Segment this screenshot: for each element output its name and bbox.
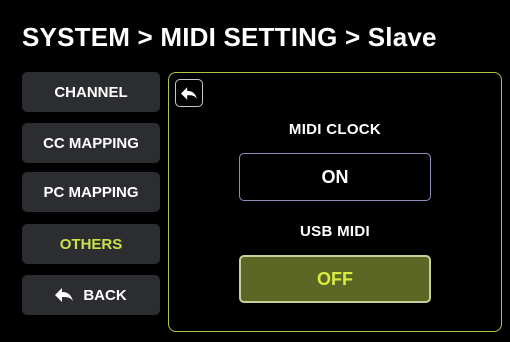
- back-arrow-icon: [55, 288, 74, 302]
- back-button[interactable]: BACK: [22, 275, 160, 315]
- midi-clock-value: ON: [321, 166, 349, 187]
- sidebar-item-others[interactable]: OTHERS: [22, 224, 160, 264]
- settings-panel: MIDI CLOCK ON USB MIDI OFF: [168, 72, 502, 332]
- sidebar-item-label: CHANNEL: [54, 83, 128, 101]
- sidebar-item-label: CC MAPPING: [43, 134, 139, 152]
- back-button-label: BACK: [83, 286, 127, 304]
- usb-midi-value: OFF: [317, 268, 353, 289]
- sidebar-item-label: PC MAPPING: [43, 183, 139, 201]
- panel-back-button[interactable]: [175, 79, 203, 107]
- midi-clock-label: MIDI CLOCK: [288, 121, 382, 138]
- usb-midi-label: USB MIDI: [300, 223, 370, 240]
- sidebar-item-label: OTHERS: [59, 235, 123, 253]
- page-title: SYSTEM > MIDI SETTING > Slave: [22, 22, 437, 52]
- sidebar-item-cc-mapping[interactable]: CC MAPPING: [22, 123, 160, 163]
- midi-clock-toggle[interactable]: ON: [239, 153, 431, 201]
- sidebar-item-channel[interactable]: CHANNEL: [22, 72, 160, 112]
- usb-midi-toggle[interactable]: OFF: [239, 255, 431, 303]
- back-arrow-icon: [181, 86, 197, 100]
- sidebar-item-pc-mapping[interactable]: PC MAPPING: [22, 172, 160, 212]
